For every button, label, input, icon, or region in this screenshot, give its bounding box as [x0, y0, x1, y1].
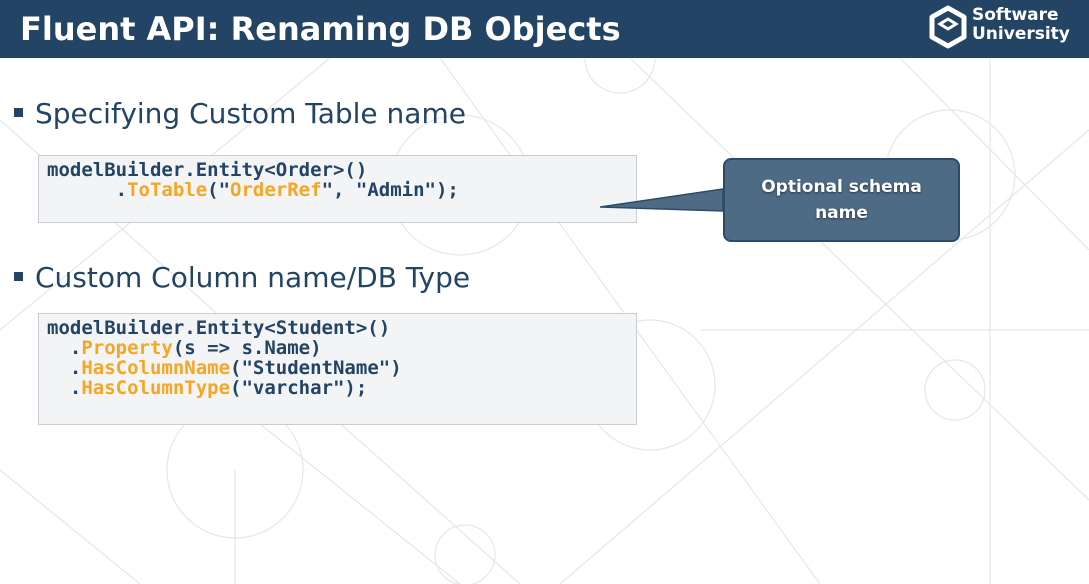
code-text: ("StudentName") — [230, 357, 402, 379]
code-line: .HasColumnName("StudentName") — [47, 358, 628, 378]
code-keyword: OrderRef — [230, 179, 322, 201]
code-line: .ToTable("OrderRef", "Admin"); — [47, 180, 628, 200]
code-text: (" — [207, 179, 231, 201]
bullet-table-name: Specifying Custom Table name — [14, 94, 466, 134]
software-university-logo: Software University — [928, 5, 1086, 53]
bullet-text: Specifying Custom Table name — [35, 97, 466, 130]
code-text: ", "Admin"); — [321, 179, 459, 201]
bullet-marker-icon — [14, 271, 23, 281]
code-line: modelBuilder.Entity<Order>() — [47, 160, 628, 180]
callout-line-1: Optional schema — [761, 177, 922, 197]
code-line: .HasColumnType("varchar"); — [47, 378, 628, 398]
callout-pointer — [600, 188, 724, 212]
code-text: . — [47, 377, 82, 399]
software-university-logo-icon — [929, 5, 967, 49]
logo-line-2: University — [972, 24, 1070, 44]
code-text: . — [47, 179, 128, 201]
code-keyword: ToTable — [127, 179, 208, 201]
code-text: . — [47, 357, 82, 379]
code-keyword: HasColumnName — [81, 357, 231, 379]
code-line: modelBuilder.Entity<Student>() — [47, 318, 628, 338]
code-keyword: Property — [81, 337, 173, 359]
code-keyword: HasColumnType — [81, 377, 231, 399]
bullet-marker-icon — [14, 107, 23, 117]
callout-line-2: name — [815, 203, 868, 223]
logo-line-1: Software — [972, 5, 1059, 25]
code-block-column-name: modelBuilder.Entity<Student>() .Property… — [38, 313, 637, 425]
code-text: modelBuilder.Entity<Order>() — [47, 159, 368, 181]
bullet-column-name: Custom Column name/DB Type — [14, 258, 470, 298]
logo-text: Software University — [972, 6, 1070, 44]
bullet-text: Custom Column name/DB Type — [35, 261, 471, 294]
slide-title: Fluent API: Renaming DB Objects — [20, 10, 621, 48]
code-block-table-name: modelBuilder.Entity<Order>() .ToTable("O… — [38, 155, 637, 223]
code-text: ("varchar"); — [230, 377, 368, 399]
callout-optional-schema: Optional schema name — [723, 158, 960, 242]
code-line: .Property(s => s.Name) — [47, 338, 628, 358]
code-text: modelBuilder.Entity<Student>() — [47, 317, 391, 339]
code-text: (s => s.Name) — [172, 337, 322, 359]
code-text: . — [47, 337, 82, 359]
slide-header: Fluent API: Renaming DB Objects Software… — [0, 0, 1089, 58]
